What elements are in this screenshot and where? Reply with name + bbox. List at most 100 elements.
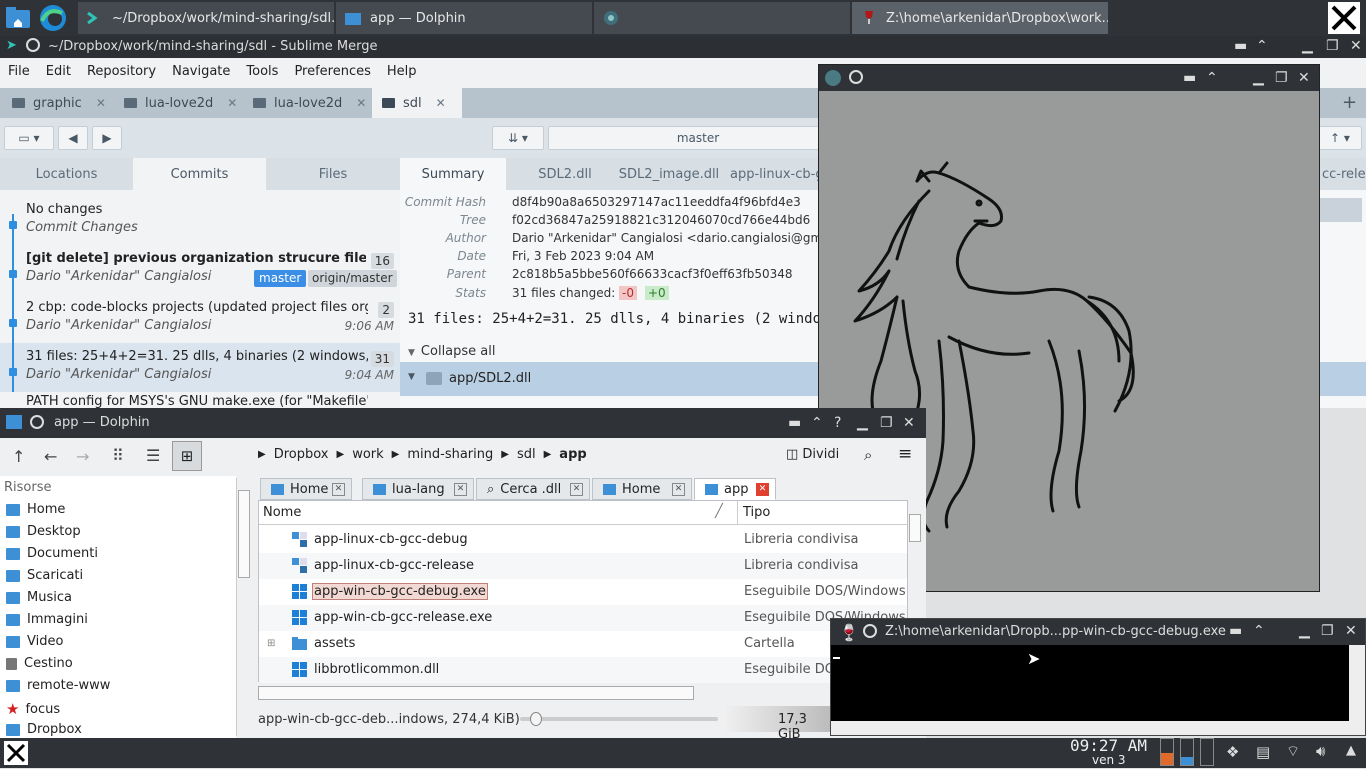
details-view-icon[interactable]: ☰ bbox=[146, 446, 160, 465]
branch-badge-master[interactable]: master bbox=[254, 270, 307, 287]
home-folder-icon[interactable] bbox=[4, 4, 32, 32]
list-item[interactable]: No changes Commit Changes bbox=[0, 196, 400, 245]
crumb-sdl[interactable]: sdl bbox=[517, 447, 536, 462]
wifi-icon[interactable]: ⌔ bbox=[1286, 742, 1300, 761]
tab-locations[interactable]: Locations bbox=[0, 158, 133, 190]
menu-tools[interactable]: Tools bbox=[238, 64, 286, 84]
scrollbar-thumb[interactable] bbox=[238, 490, 250, 578]
list-item[interactable]: PATH config for MSYS's GNU make.exe (for… bbox=[0, 392, 400, 409]
start-menu-icon[interactable] bbox=[4, 741, 28, 765]
repo-tab-graphic[interactable]: graphic ✕ bbox=[12, 88, 106, 118]
horizontal-scrollbar[interactable] bbox=[258, 686, 694, 700]
places-scrollbar[interactable] bbox=[236, 478, 250, 736]
tab-summary[interactable]: Summary bbox=[400, 158, 506, 190]
close-tab-icon[interactable]: ✕ bbox=[356, 96, 366, 110]
crumb-mind-sharing[interactable]: mind-sharing bbox=[407, 447, 493, 462]
close-tab-icon[interactable]: ✕ bbox=[756, 483, 769, 496]
keep-above-button[interactable]: ⌃ bbox=[1256, 39, 1268, 53]
collapse-all-link[interactable]: ▼ Collapse all bbox=[408, 344, 496, 359]
tree-view-icon[interactable]: ⊞ bbox=[172, 441, 202, 471]
list-item[interactable]: [git delete] previous organization struc… bbox=[0, 245, 400, 294]
list-item[interactable]: 2 cbp: code-blocks projects (updated pro… bbox=[0, 294, 400, 343]
tab-sdl2-dll[interactable]: SDL2.dll bbox=[520, 158, 610, 190]
tab-lua-lang[interactable]: lua-lang ✕ bbox=[362, 478, 474, 500]
window-menu-icon[interactable] bbox=[26, 38, 40, 52]
close-tab-icon[interactable]: ✕ bbox=[570, 483, 583, 496]
tab-sdl2-image-dll[interactable]: SDL2_image.dll bbox=[614, 158, 724, 190]
close-button[interactable]: ✕ bbox=[1345, 624, 1357, 638]
tab-cerca-dll[interactable]: ⌕ Cerca .dll ✕ bbox=[476, 478, 590, 500]
forward-button[interactable]: ▶ bbox=[92, 126, 122, 150]
keep-below-button[interactable]: ▬ bbox=[1234, 39, 1247, 53]
repo-tab-sdl[interactable]: sdl ✕ bbox=[372, 88, 462, 118]
branch-badge-origin-master[interactable]: origin/master bbox=[308, 270, 397, 287]
tab-home[interactable]: Home ✕ bbox=[260, 478, 352, 500]
file-row[interactable]: libbrotlicommon.dll Eseguibile DOS/ bbox=[259, 657, 907, 683]
close-tab-icon[interactable]: ✕ bbox=[332, 483, 345, 496]
window-menu-icon[interactable] bbox=[849, 70, 863, 84]
back-button[interactable]: ◀ bbox=[58, 126, 88, 150]
file-row-selected[interactable]: app-win-cb-gcc-debug.exe Eseguibile DOS/W… bbox=[259, 579, 907, 605]
forward-arrow-icon[interactable]: → bbox=[76, 447, 89, 466]
list-item-selected[interactable]: 31 files: 25+4+2=31. 25 dlls, 4 binaries… bbox=[0, 343, 400, 392]
edge-browser-icon[interactable] bbox=[38, 3, 68, 33]
clipboard-icon[interactable]: ▤ bbox=[1256, 743, 1270, 761]
keep-below-button[interactable]: ▬ bbox=[788, 416, 801, 430]
place-focus[interactable]: ★ focus bbox=[6, 700, 60, 718]
place-cestino[interactable]: Cestino bbox=[6, 656, 73, 671]
maximize-button[interactable]: ❐ bbox=[1321, 624, 1334, 638]
console-h-scrollbar[interactable] bbox=[831, 721, 1365, 735]
place-scaricati[interactable]: Scaricati bbox=[6, 568, 83, 583]
place-home[interactable]: Home bbox=[6, 502, 65, 517]
tab-files[interactable]: Files bbox=[266, 158, 400, 190]
keep-above-button[interactable]: ⌃ bbox=[811, 416, 823, 430]
volume-icon[interactable]: 🔊︎ bbox=[1316, 742, 1325, 760]
repo-tab-lua-love2d-2[interactable]: lua-love2d ✕ bbox=[253, 88, 366, 118]
menu-repository[interactable]: Repository bbox=[79, 64, 164, 84]
place-musica[interactable]: Musica bbox=[6, 590, 72, 605]
close-button[interactable]: ✕ bbox=[1298, 71, 1310, 85]
minimize-button[interactable]: ▁ bbox=[1299, 624, 1310, 638]
menu-help[interactable]: Help bbox=[379, 64, 425, 84]
close-button[interactable]: ✕ bbox=[903, 416, 915, 430]
split-button[interactable]: ◫ Dividi bbox=[786, 447, 839, 462]
place-immagini[interactable]: Immagini bbox=[6, 612, 88, 627]
window-menu-icon[interactable] bbox=[863, 624, 877, 638]
file-row[interactable]: app-linux-cb-gcc-release Libreria condivi… bbox=[259, 553, 907, 579]
crumb-app[interactable]: app bbox=[559, 447, 586, 462]
menu-navigate[interactable]: Navigate bbox=[164, 64, 238, 84]
expand-plus-icon[interactable]: ⊞ bbox=[267, 638, 275, 649]
file-row[interactable]: app-linux-cb-gcc-debug Libreria condivisa bbox=[259, 527, 907, 553]
keep-above-button[interactable]: ⌃ bbox=[1206, 71, 1218, 85]
new-tab-plus-icon[interactable]: + bbox=[1342, 92, 1357, 113]
dropbox-icon[interactable]: ❖ bbox=[1226, 743, 1239, 761]
crumb-work[interactable]: work bbox=[352, 447, 383, 462]
place-desktop[interactable]: Desktop bbox=[6, 524, 81, 539]
show-desktop-x-icon[interactable] bbox=[1328, 2, 1360, 34]
task-dolphin[interactable]: app — Dolphin bbox=[336, 2, 592, 34]
tray-expand-icon[interactable]: ▲ bbox=[1346, 743, 1356, 758]
crumb-dropbox[interactable]: Dropbox bbox=[274, 447, 329, 462]
file-row[interactable]: app-win-cb-gcc-release.exe Eseguibile DOS… bbox=[259, 605, 907, 631]
menu-file[interactable]: File bbox=[0, 64, 38, 84]
task-sublime-merge[interactable]: ~/Dropbox/work/mind-sharing/sdl... bbox=[78, 2, 334, 34]
icons-view-icon[interactable]: ⠿ bbox=[112, 446, 124, 465]
search-icon[interactable]: ⌕ bbox=[864, 446, 872, 464]
close-tab-icon[interactable]: ✕ bbox=[672, 483, 685, 496]
task-image-viewer[interactable] bbox=[594, 2, 850, 34]
back-arrow-icon[interactable]: ← bbox=[44, 447, 57, 466]
menu-preferences[interactable]: Preferences bbox=[286, 64, 378, 84]
close-button[interactable]: ✕ bbox=[1350, 39, 1362, 53]
close-tab-icon[interactable]: ✕ bbox=[436, 96, 446, 110]
maximize-button[interactable]: ❐ bbox=[1275, 71, 1288, 85]
keep-above-button[interactable]: ⌃ bbox=[1253, 624, 1265, 638]
tab-app-linux[interactable]: app-linux-cb-g bbox=[730, 158, 822, 190]
task-wine-console[interactable]: Z:\home\arkenidar\Dropbox\work... bbox=[852, 2, 1108, 34]
minimize-button[interactable]: ▁ bbox=[857, 416, 868, 430]
sidebar-toggle-button[interactable]: ▭ ▾ bbox=[4, 126, 54, 150]
maximize-button[interactable]: ❐ bbox=[880, 416, 893, 430]
hamburger-menu-icon[interactable]: ≡ bbox=[898, 444, 912, 464]
menu-edit[interactable]: Edit bbox=[38, 64, 79, 84]
repo-tab-lua-love2d[interactable]: lua-love2d ✕ bbox=[124, 88, 237, 118]
minimize-button[interactable]: ▁ bbox=[1253, 71, 1264, 85]
